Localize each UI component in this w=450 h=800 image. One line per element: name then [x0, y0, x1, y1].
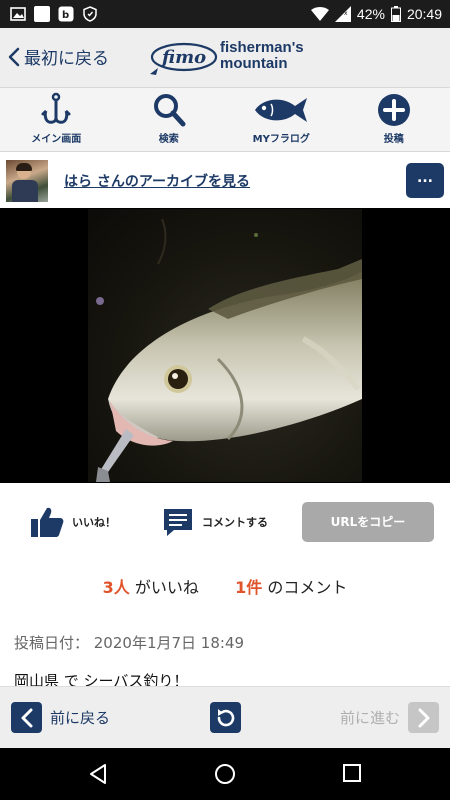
shield-notification-icon — [83, 6, 97, 22]
chevron-left-icon — [8, 47, 20, 66]
nav-label-search: 検索 — [158, 134, 179, 145]
thumbs-up-icon — [31, 507, 64, 537]
chevron-right-icon — [418, 708, 429, 727]
back-button[interactable]: 前に戻る — [11, 702, 110, 733]
main-nav: メイン画面 検索 MYフラログ 投稿 — [0, 88, 450, 152]
post-date: 投稿日付： 2020年1月7日 18:49 — [14, 634, 245, 652]
battery-icon — [390, 6, 401, 22]
fish-icon — [255, 98, 308, 122]
logo-mark-text: fimo — [160, 47, 206, 68]
copy-url-button[interactable]: URLをコピー — [302, 502, 434, 542]
search-icon — [153, 94, 186, 127]
fimo-logo[interactable]: fimo fisherman's mountain — [148, 38, 308, 78]
comment-icon — [164, 509, 192, 536]
comments-suffix: のコメント — [262, 578, 348, 597]
back-to-first-button[interactable]: 最初に戻る — [8, 44, 109, 69]
b-notification-icon: b — [58, 6, 74, 22]
status-bar-system: x 42% 20:49 — [310, 4, 442, 24]
nav-item-main[interactable]: メイン画面 — [0, 88, 113, 152]
avatar-hair — [16, 163, 32, 171]
logo-wordmark: fisherman's mountain — [220, 40, 304, 72]
signal-icon: x — [334, 6, 351, 22]
fimo-logo-mark: fimo — [150, 42, 218, 75]
sea-bass-photo — [96, 218, 362, 482]
app-notification-icon — [34, 6, 50, 22]
post-stats: 3人 がいいね 1件 のコメント — [0, 574, 450, 600]
avatar-body — [12, 180, 38, 202]
user-row: はら さんのアーカイブを見る — [0, 153, 450, 208]
forward-button[interactable]: 前に進む — [340, 702, 439, 733]
post-photo[interactable] — [88, 209, 362, 482]
status-time: 20:49 — [406, 6, 442, 22]
comment-label: コメントする — [202, 516, 268, 529]
reload-icon — [217, 708, 234, 726]
comments-count[interactable]: 1件 — [235, 578, 262, 597]
likes-count[interactable]: 3人 — [103, 578, 130, 597]
post-actions: いいね！ コメントする URLをコピー — [0, 498, 450, 548]
chevron-left-icon — [21, 708, 32, 727]
forward-label: 前に進む — [339, 709, 400, 727]
back-label: 前に戻る — [50, 709, 111, 727]
screen: b x 42% 20:49 最初に戻る fimo fisherman's mou… — [0, 0, 450, 800]
nav-label-my-fishing-log: MYフラログ — [252, 134, 310, 145]
nav-item-my-fishing-log[interactable]: MYフラログ — [225, 88, 338, 152]
more-button[interactable]: ... — [406, 163, 444, 198]
nav-item-search[interactable]: 検索 — [113, 88, 226, 152]
svg-text:x: x — [344, 10, 348, 17]
status-bar-notifications: b — [10, 5, 98, 23]
forward-arrow-box — [408, 702, 439, 733]
avatar[interactable] — [6, 160, 48, 202]
system-nav-bar — [0, 748, 450, 800]
browser-toolbar: 前に戻る 前に進む — [0, 686, 450, 748]
like-label: いいね！ — [72, 516, 116, 529]
like-button[interactable]: いいね！ — [30, 506, 116, 538]
system-home-icon[interactable] — [214, 763, 236, 785]
svg-text:b: b — [62, 10, 69, 21]
back-to-first-label: 最初に戻る — [24, 49, 109, 69]
battery-percent: 42% — [356, 6, 385, 22]
post-photo-area — [0, 208, 450, 483]
nav-label-main: メイン画面 — [31, 134, 82, 145]
nav-item-post[interactable]: 投稿 — [338, 88, 450, 152]
logo-line-2: mountain — [220, 55, 288, 72]
back-arrow-box — [11, 702, 42, 733]
likes-suffix: がいいね — [129, 578, 199, 597]
system-back-icon[interactable] — [88, 763, 108, 785]
status-bar: b x 42% 20:49 — [0, 0, 450, 28]
app-header: 最初に戻る fimo fisherman's mountain — [0, 28, 450, 88]
comment-button[interactable]: コメントする — [162, 506, 268, 538]
plus-circle-icon — [377, 94, 410, 126]
logo-line-1: fisherman's — [220, 39, 304, 56]
wifi-icon — [310, 7, 329, 21]
user-archive-link[interactable]: はら さんのアーカイブを見る — [64, 171, 250, 191]
nav-label-post: 投稿 — [383, 134, 404, 145]
system-recents-icon[interactable] — [342, 763, 362, 783]
hook-icon — [41, 92, 71, 124]
image-notification-icon — [10, 7, 26, 21]
reload-button[interactable] — [210, 702, 241, 733]
